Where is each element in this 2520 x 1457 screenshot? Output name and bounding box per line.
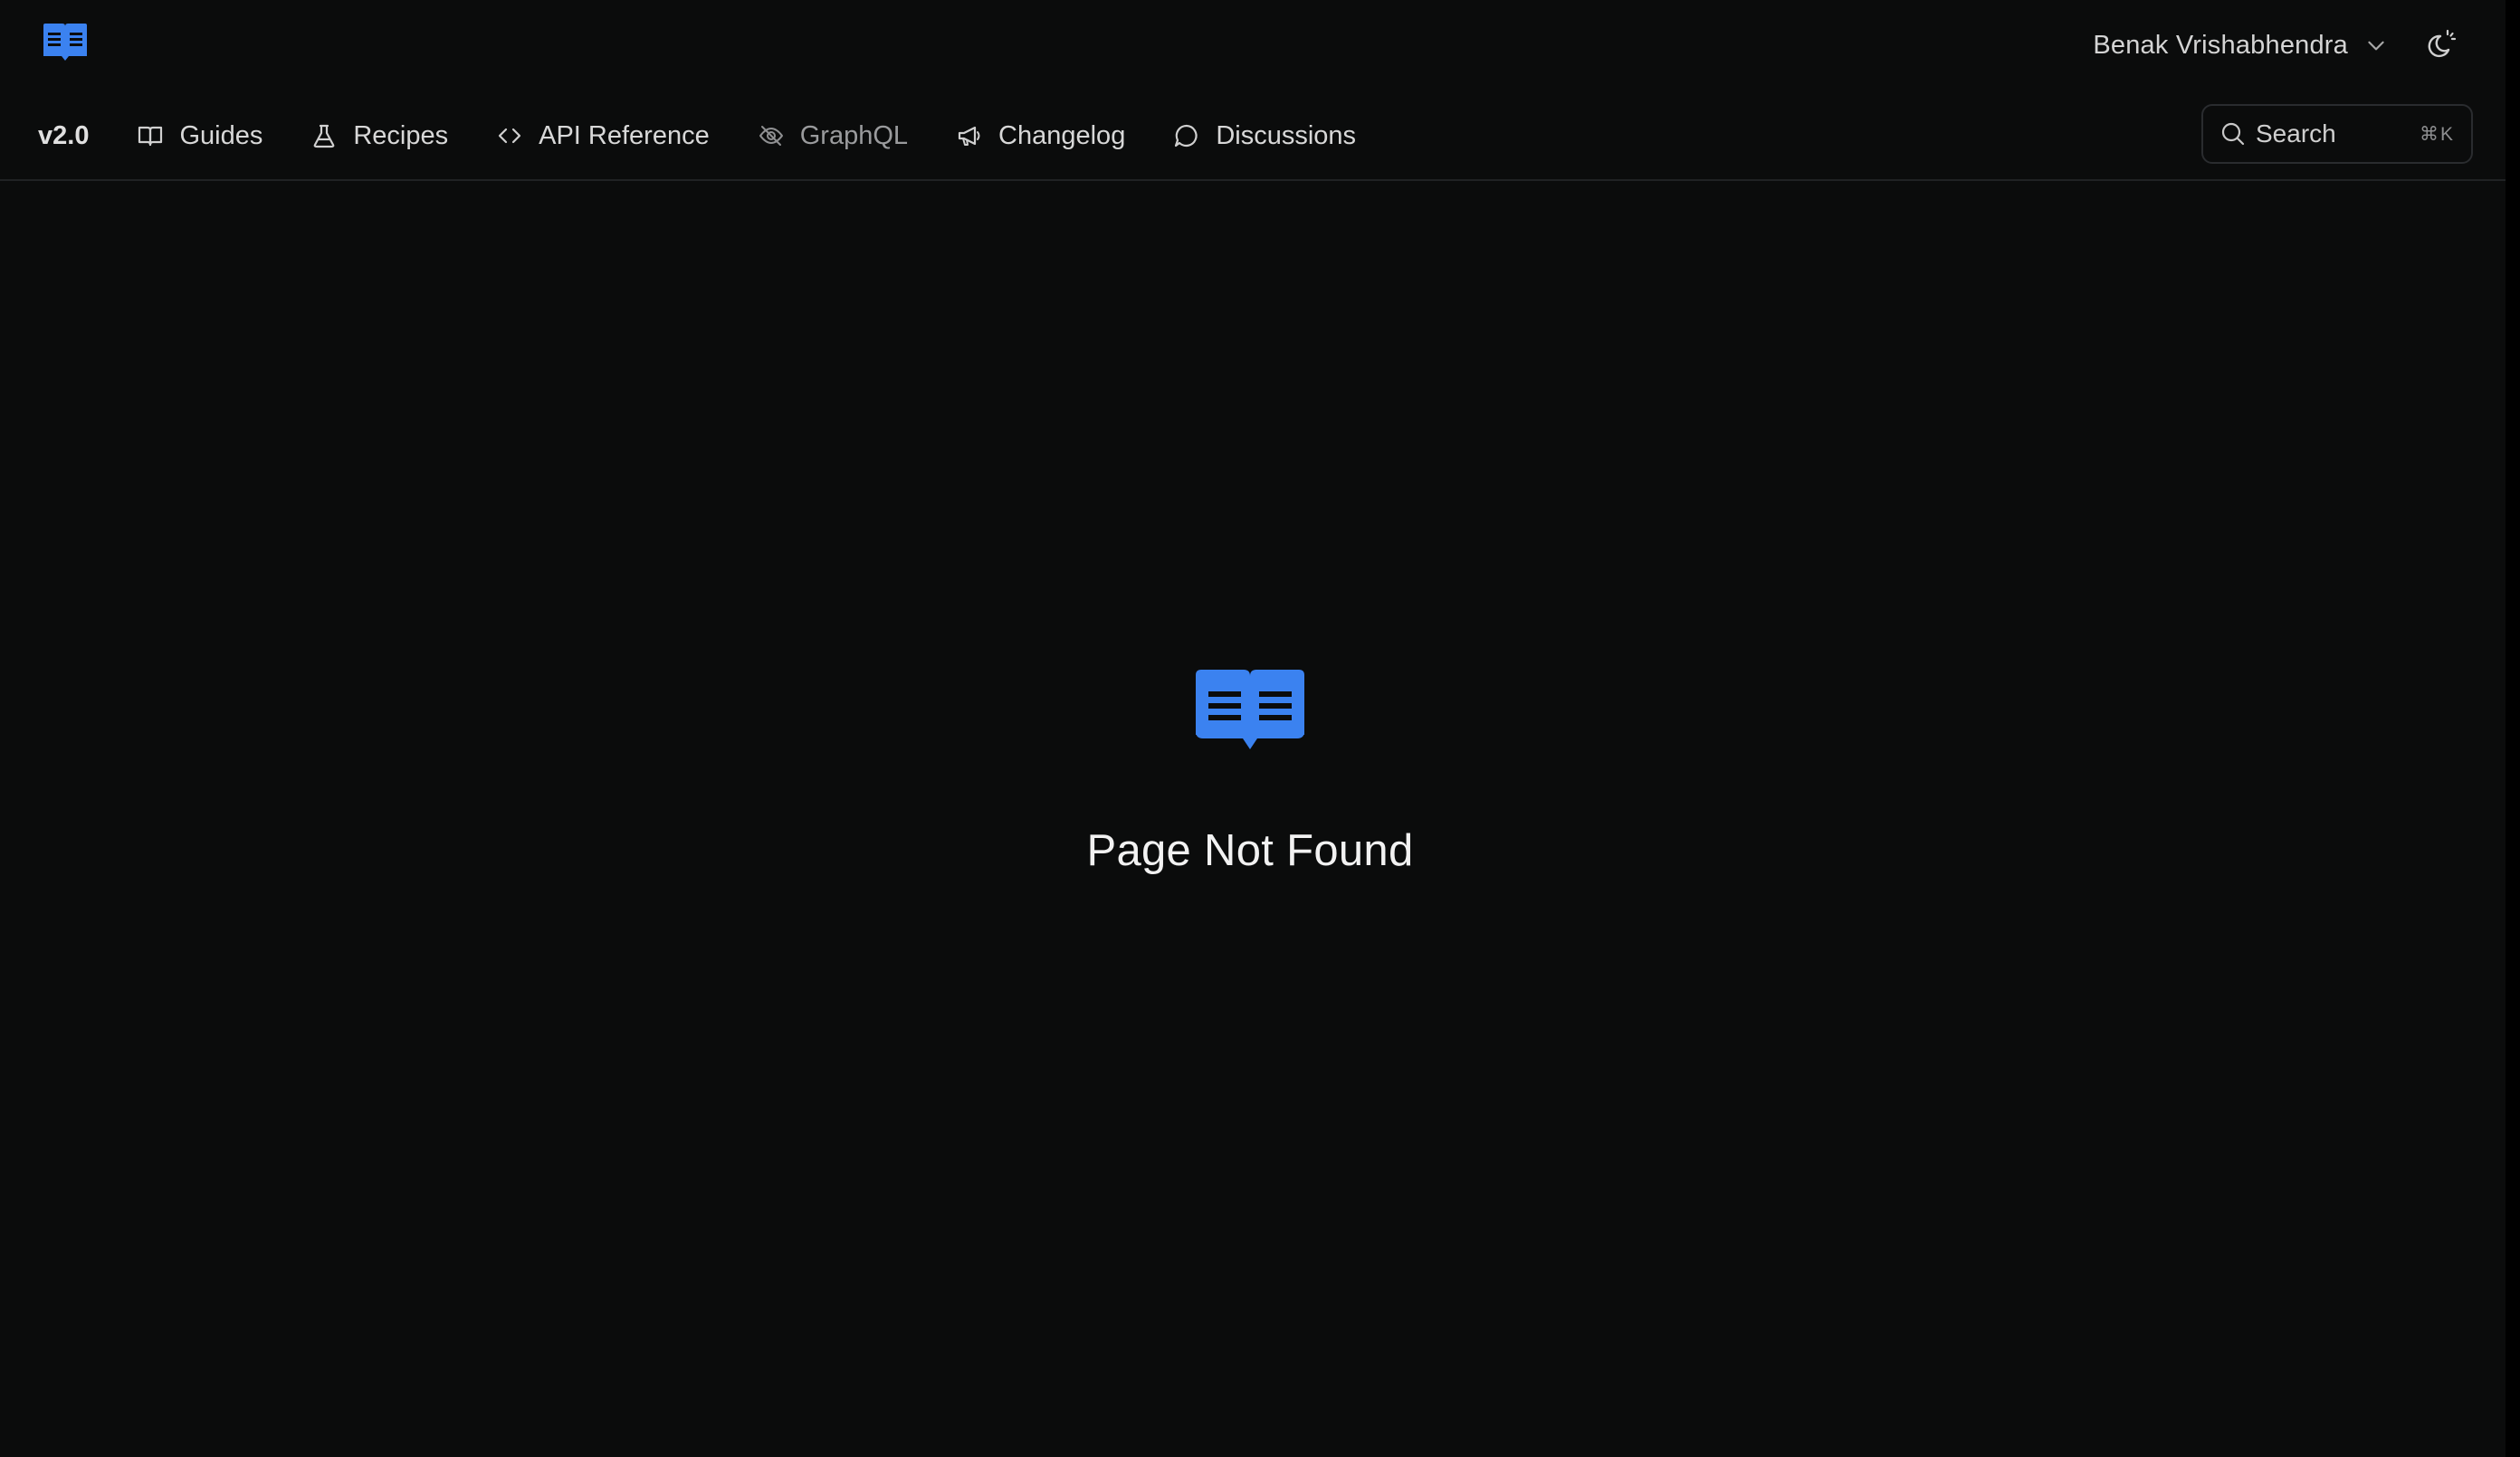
nav-item-label: Recipes	[353, 120, 449, 150]
eye-off-icon	[759, 126, 783, 146]
main-content: Page Not Found	[0, 181, 2506, 1457]
user-menu-button[interactable]: Benak Vrishabhendra	[2093, 24, 2388, 67]
chevron-down-icon	[2368, 41, 2384, 51]
book-icon	[138, 126, 163, 147]
code-brackets-icon	[499, 128, 521, 144]
search-shortcut-badge: ⌘K	[2419, 123, 2455, 145]
not-found-panel: Page Not Found	[0, 670, 2500, 876]
nav-item-label: Guides	[179, 120, 263, 150]
search-icon	[2221, 122, 2245, 146]
nav-item-graphql[interactable]: GraphQL	[757, 121, 908, 151]
nav-item-label: API Reference	[539, 120, 710, 150]
nav-item-label: Changelog	[998, 120, 1126, 150]
top-header: Benak Vrishabhendra	[0, 0, 2506, 90]
nav-item-api-reference[interactable]: API Reference	[495, 121, 710, 151]
version-selector[interactable]: v2.0	[38, 121, 89, 151]
nav-item-recipes[interactable]: Recipes	[310, 121, 448, 151]
page-title: Page Not Found	[1086, 826, 1414, 875]
nav-list: v2.0 Guides Recipes API Reference GraphQ…	[38, 110, 1403, 161]
search-label: Search	[2256, 119, 2336, 148]
book-open-icon	[1196, 670, 1304, 749]
flask-icon	[314, 124, 335, 148]
search-input[interactable]: Search ⌘K	[2201, 104, 2473, 164]
nav-item-label: GraphQL	[799, 120, 909, 150]
app-window: Benak Vrishabhendra v2.0 Guides Recipes …	[0, 0, 2520, 1457]
theme-toggle-icon[interactable]	[2422, 27, 2458, 63]
nav-item-discussions[interactable]: Discussions	[1172, 121, 1356, 151]
nav-bar: v2.0 Guides Recipes API Reference GraphQ…	[0, 90, 2506, 181]
nav-item-label: Discussions	[1216, 120, 1357, 150]
nav-item-guides[interactable]: Guides	[136, 121, 262, 151]
window-edge	[2506, 0, 2520, 1457]
nav-item-changelog[interactable]: Changelog	[955, 121, 1125, 151]
chat-bubble-icon	[1175, 124, 1198, 148]
book-open-icon[interactable]	[42, 24, 89, 62]
user-name: Benak Vrishabhendra	[2093, 30, 2348, 60]
megaphone-icon	[958, 126, 980, 146]
